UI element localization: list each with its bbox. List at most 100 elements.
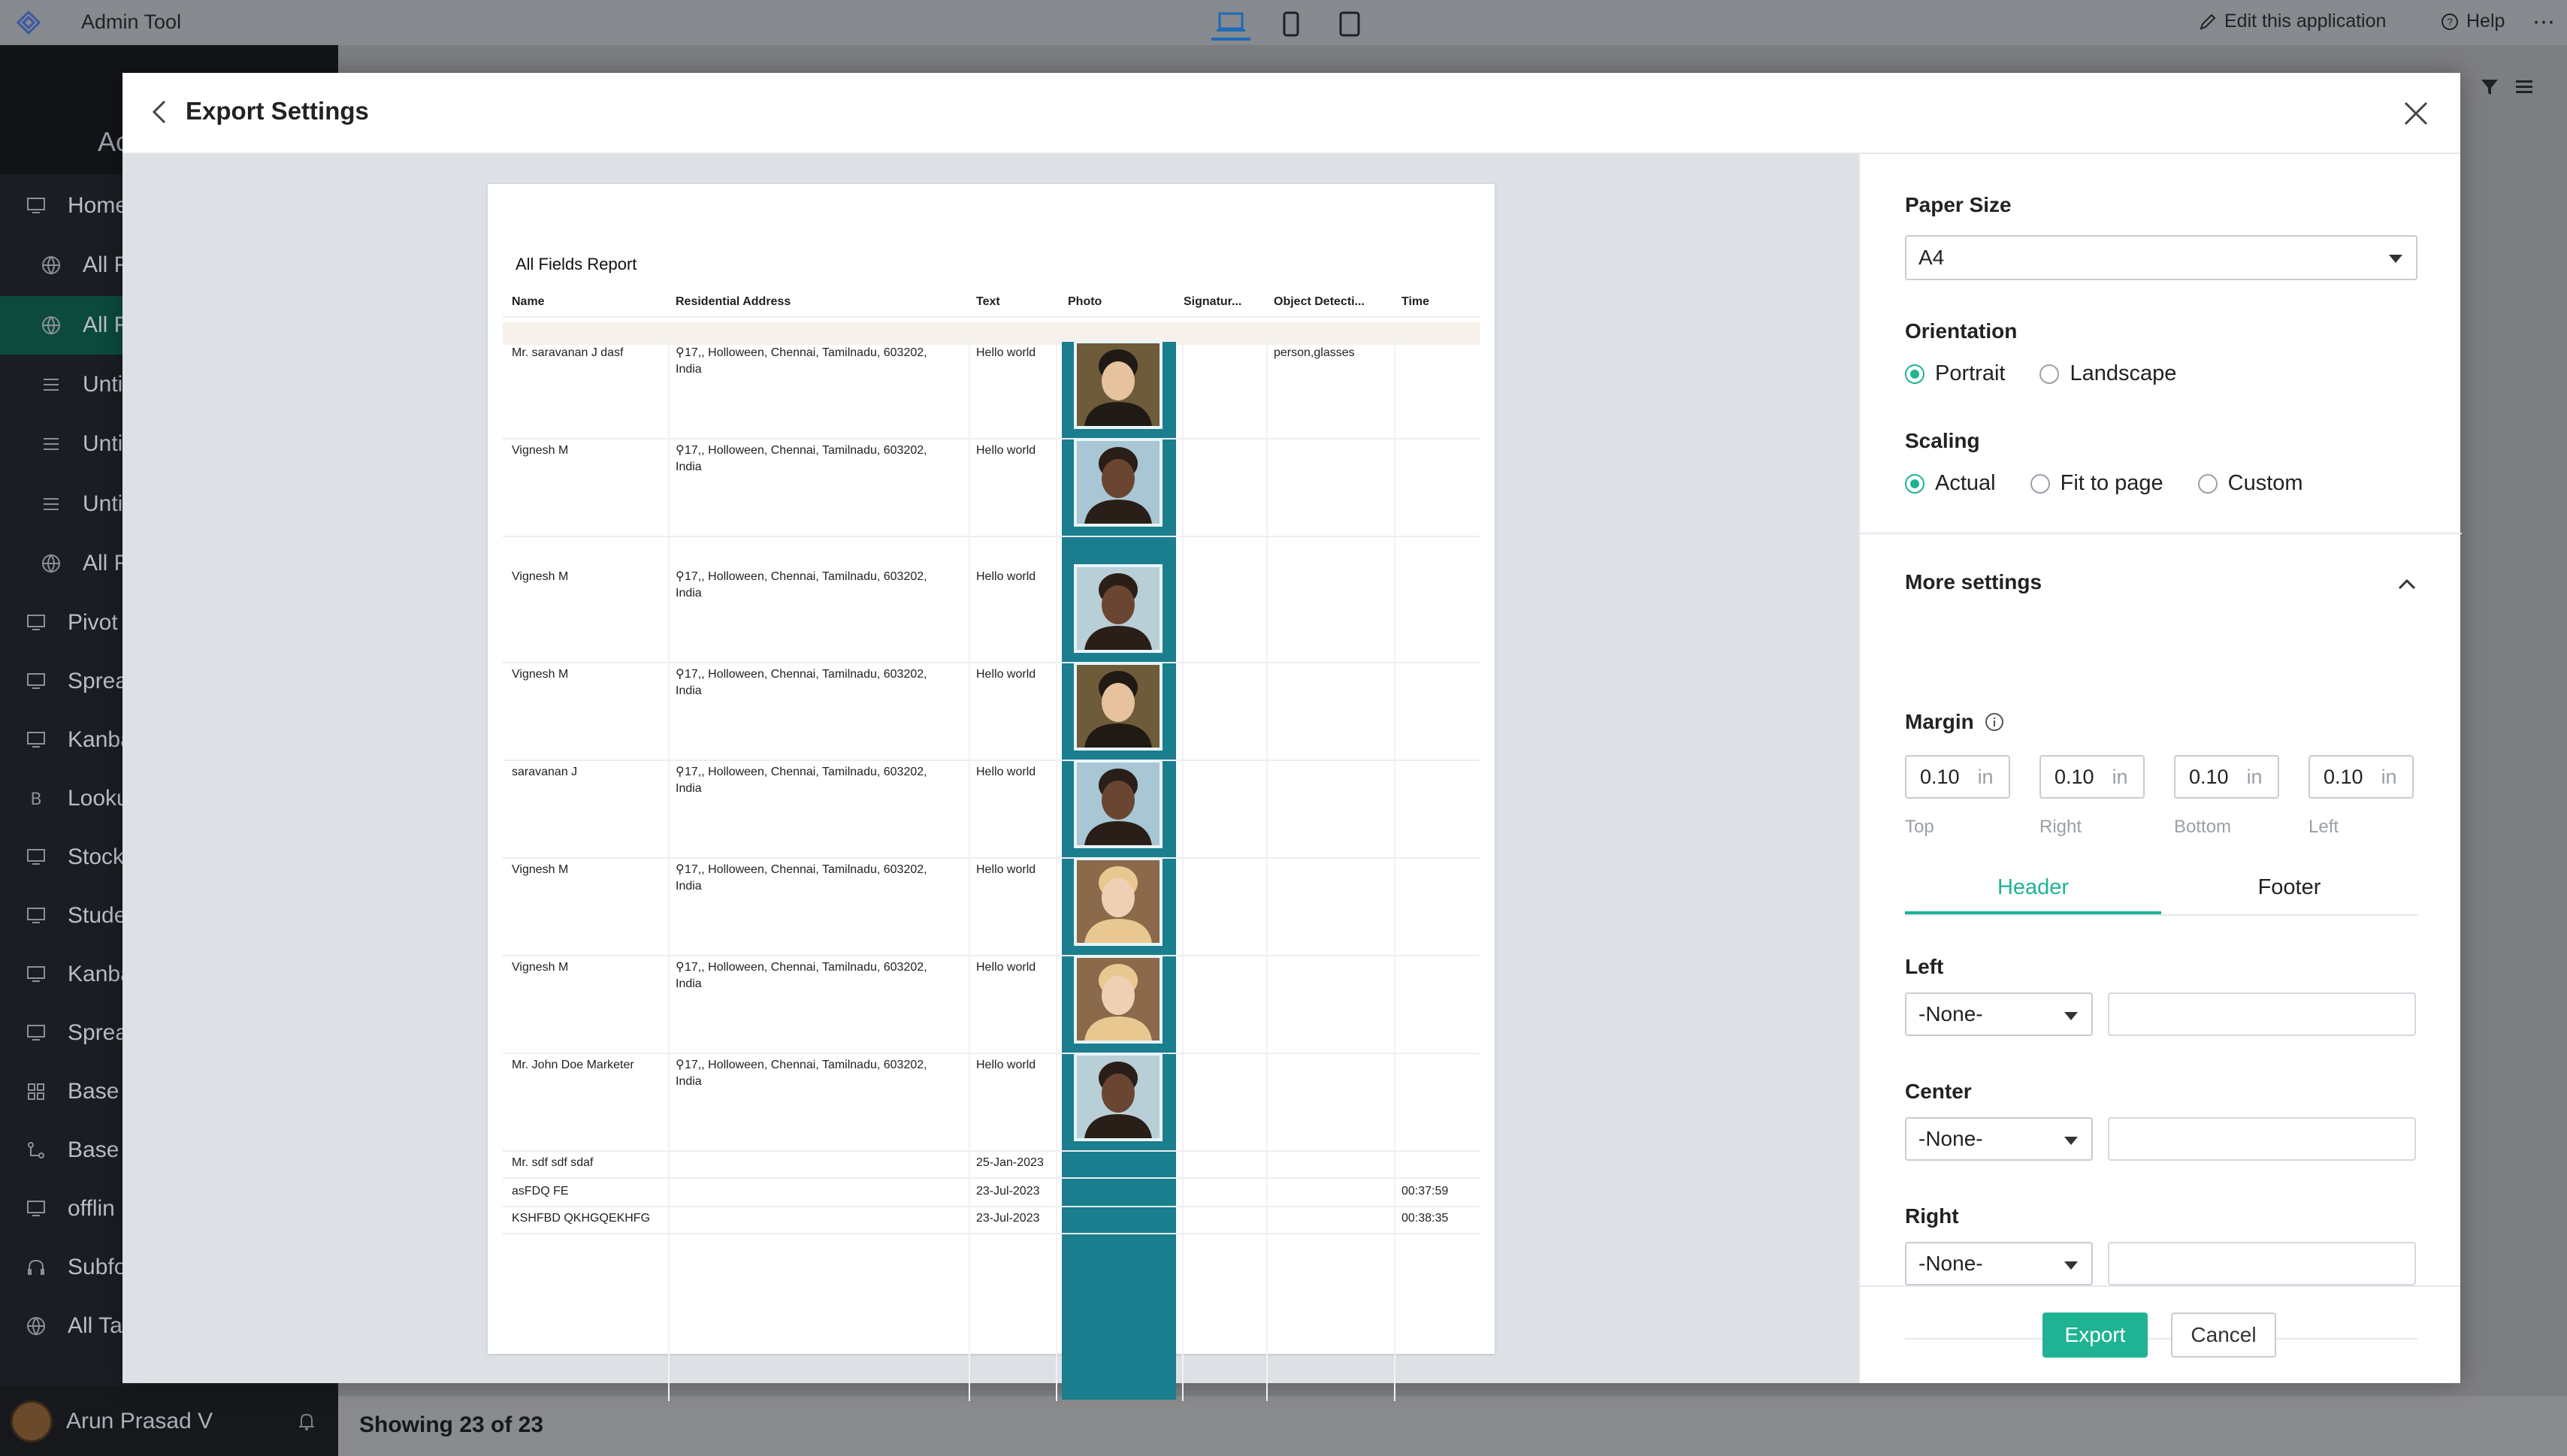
header-right-text-input[interactable] [2108, 1242, 2416, 1285]
paper-size-select[interactable]: A4 [1905, 235, 2417, 280]
filter-icon[interactable] [2480, 77, 2499, 97]
header-left-select[interactable]: -None- [1905, 992, 2093, 1036]
export-settings-modal: Export Settings All Fields Report Name Re… [122, 73, 2462, 1401]
monitor-icon [27, 673, 45, 689]
scaling-custom-radio[interactable]: Custom [2197, 471, 2303, 496]
row-divider [503, 955, 1480, 956]
chevron-down-icon [2389, 255, 2402, 263]
orientation-portrait-radio[interactable]: Portrait [1905, 361, 2005, 386]
table-cell: Hello world [976, 570, 1036, 583]
margin-label: Margin [1905, 710, 1974, 733]
table-cell: India [676, 977, 702, 990]
table-cell: India [676, 587, 702, 600]
header-fields: Left -None- Center -None- Right -None- [1905, 955, 2417, 1346]
margin-value: 0.10 [1920, 765, 1960, 788]
sidebar-item-label: Base [68, 1079, 119, 1104]
cancel-button[interactable]: Cancel [2171, 1313, 2276, 1358]
svg-text:?: ? [2447, 16, 2453, 28]
close-icon[interactable] [2401, 98, 2431, 128]
person-photo [1074, 340, 1163, 429]
more-settings-label: More settings [1905, 570, 2042, 594]
menu-icon[interactable] [2514, 77, 2534, 97]
person-photo-icon [1084, 573, 1152, 650]
edit-application-button[interactable]: Edit this application [2199, 11, 2386, 32]
mobile-view-icon[interactable] [1271, 8, 1311, 41]
margin-input-bottom[interactable]: 0.10 in [2174, 755, 2279, 799]
margin-input-left[interactable]: 0.10 in [2308, 755, 2414, 799]
tablet-view-icon[interactable] [1330, 8, 1369, 41]
sidebar-item-label: Stock [68, 844, 125, 869]
scaling-actual-radio[interactable]: Actual [1905, 471, 1996, 496]
sidebar-item-label: Subfo [68, 1255, 127, 1279]
help-button[interactable]: ? Help [2441, 11, 2505, 32]
margin-input-right[interactable]: 0.10 in [2039, 755, 2145, 799]
export-button[interactable]: Export [2042, 1313, 2148, 1358]
chevron-down-icon [2064, 1261, 2078, 1270]
tab-header[interactable]: Header [1905, 868, 2161, 914]
scaling-fit-label: Fit to page [2060, 471, 2163, 495]
orientation-landscape-radio[interactable]: Landscape [2039, 361, 2176, 386]
table-cell: Vignesh M [512, 570, 569, 583]
scaling-fit-radio[interactable]: Fit to page [2030, 471, 2163, 496]
table-cell: 17,, Holloween, Chennai, Tamilnadu, 6032… [685, 668, 927, 681]
background-toolbar [2480, 72, 2562, 102]
sidebar-item-label: All F [83, 252, 128, 277]
orientation-group: Portrait Landscape [1905, 361, 2176, 386]
table-cell: KSHFBD QKHGQEKHFG [512, 1212, 651, 1225]
monitor-icon [27, 732, 45, 748]
person-photo [1074, 955, 1163, 1044]
sidebar-item-label: Looku [68, 786, 129, 811]
monitor-icon [27, 198, 45, 213]
row-divider [503, 1150, 1480, 1152]
sidebar-item-label: All Ta [68, 1313, 122, 1338]
header-right-select[interactable]: -None- [1905, 1242, 2093, 1285]
more-settings-toggle[interactable]: More settings [1905, 570, 2417, 600]
header-center-label: Center [1905, 1080, 1972, 1103]
header-left-label: Left [1905, 955, 1944, 978]
records-footer: Showing 23 of 23 [338, 1396, 2567, 1456]
table-cell: 23-Jul-2023 [976, 1212, 1040, 1225]
desktop-view-icon[interactable] [1211, 8, 1250, 41]
table-cell: Vignesh M [512, 961, 569, 974]
sidebar-user[interactable]: Arun Prasad V [0, 1386, 338, 1456]
radio-unselected-icon [2039, 364, 2060, 384]
header-center-text-input[interactable] [2108, 1117, 2416, 1161]
person-photo [1074, 564, 1163, 653]
hierarchy-icon [28, 1142, 44, 1158]
margin-value: 0.10 [2055, 765, 2094, 788]
tab-footer[interactable]: Footer [2161, 868, 2417, 914]
headset-icon [28, 1259, 44, 1275]
back-arrow-icon[interactable] [145, 95, 175, 128]
svg-text:B: B [30, 790, 41, 809]
monitor-icon [27, 966, 45, 982]
table-cell: 17,, Holloween, Chennai, Tamilnadu, 6032… [685, 346, 927, 359]
app-logo-icon[interactable] [15, 9, 42, 36]
chevron-down-icon [2064, 1012, 2078, 1020]
location-pin-icon: ⚲ [676, 444, 685, 457]
header-center-select[interactable]: -None- [1905, 1117, 2093, 1161]
table-cell: Vignesh M [512, 444, 569, 457]
radio-unselected-icon [2030, 473, 2050, 494]
table-cell: India [676, 1075, 702, 1088]
radio-selected-icon [1905, 364, 1924, 384]
table-cell: Hello world [976, 346, 1036, 359]
table-cell: person,glasses [1274, 346, 1355, 359]
table-cell: 25-Jan-2023 [976, 1156, 1044, 1169]
row-divider [503, 1053, 1480, 1054]
sidebar-item-label: Sprea [68, 669, 129, 693]
monitor-icon [27, 849, 45, 865]
column-divider [969, 340, 970, 1401]
person-photo-icon [1084, 671, 1152, 748]
sidebar-item-label: offlin [68, 1196, 115, 1221]
row-divider [503, 438, 1480, 440]
bell-icon[interactable] [295, 1410, 318, 1433]
person-photo-icon [1084, 349, 1152, 426]
margin-label-bottom: Bottom [2174, 817, 2232, 837]
more-options-icon[interactable]: ⋯ [2532, 9, 2555, 35]
person-photo-icon [1084, 447, 1152, 524]
margin-input-top[interactable]: 0.10 in [1905, 755, 2010, 799]
radio-unselected-icon [2197, 473, 2218, 494]
info-icon[interactable] [1985, 712, 2004, 732]
sidebar-item-label: Base [68, 1137, 119, 1162]
header-left-text-input[interactable] [2108, 992, 2416, 1036]
